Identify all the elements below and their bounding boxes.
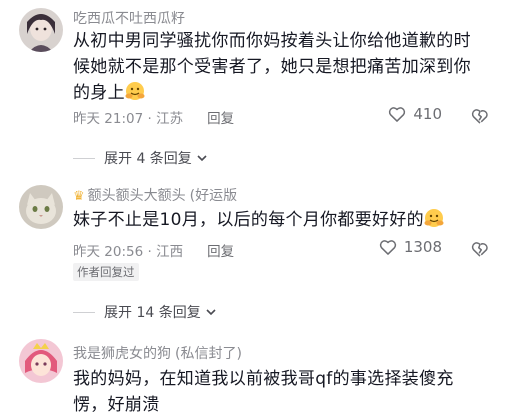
expand-replies-label: 展开 14 条回复 <box>104 305 201 321</box>
comment-2: ♛ 额头额头大额头 (好运版 妹子不止是10月，以后的每个月你都要好好的 昨天 20… <box>0 175 510 325</box>
broken-heart-icon[interactable] <box>470 106 490 126</box>
hug-emoji-icon <box>424 209 444 227</box>
like-count: 1308 <box>403 238 442 256</box>
username[interactable]: 吃西瓜不吐西瓜籽 <box>73 8 185 28</box>
username-text: 我是狮虎女的狗 <box>73 346 171 362</box>
username-tag: (好运版 <box>189 188 238 204</box>
username-text: 额头额头大额头 <box>87 188 186 204</box>
comment-text: 我的妈妈，在知道我以前被我哥qf的事选择装傻充 愣，好崩溃 <box>73 366 483 418</box>
comment-text: 从初中男同学骚扰你而你妈按着头让你给他道歉的时 候她就不是那个受害者了，她只是想… <box>73 28 483 106</box>
heart-outline-icon <box>389 107 406 122</box>
chevron-down-icon <box>206 309 216 316</box>
comment-line: 候她就不是那个受害者了，她只是想把痛苦加深到你 <box>73 57 471 77</box>
avatar[interactable] <box>19 185 63 229</box>
timestamp-location: 昨天 20:56 · 江西 <box>73 244 184 260</box>
comment-line: 我的妈妈，在知道我以前被我哥qf的事选择装傻充 <box>73 369 454 389</box>
heart-outline-icon <box>379 240 396 255</box>
comment-line: 妹子不止是10月，以后的每个月你都要好好的 <box>73 207 483 233</box>
comment-text: 妹子不止是10月，以后的每个月你都要好好的 <box>73 207 483 233</box>
broken-heart-icon[interactable] <box>470 239 490 259</box>
comment-line: 的身上 <box>73 80 483 106</box>
reply-button[interactable]: 回复 <box>207 244 234 260</box>
like-button[interactable]: 410 <box>387 104 442 124</box>
divider <box>73 157 95 159</box>
like-button[interactable]: 1308 <box>378 237 442 257</box>
chevron-down-icon <box>197 155 207 162</box>
divider <box>73 311 95 313</box>
expand-replies-label: 展开 4 条回复 <box>104 151 192 167</box>
comment-meta: 昨天 21:07 · 江苏 回复 <box>73 107 234 127</box>
avatar[interactable] <box>19 8 63 52</box>
username[interactable]: ♛ 额头额头大额头 (好运版 <box>73 185 237 205</box>
timestamp-location: 昨天 21:07 · 江苏 <box>73 111 184 127</box>
comment-1: 吃西瓜不吐西瓜籽 从初中男同学骚扰你而你妈按着头让你给他道歉的时 候她就不是那个… <box>0 0 510 175</box>
username-tag: (私信封了) <box>175 346 242 362</box>
like-count: 410 <box>413 105 442 123</box>
hug-emoji-icon <box>125 82 145 100</box>
comment-meta: 昨天 20:56 · 江西 回复 <box>73 240 234 260</box>
author-replied-badge: 作者回复过 <box>73 263 139 281</box>
reply-button[interactable]: 回复 <box>207 111 234 127</box>
expand-replies[interactable]: 展开 14 条回复 <box>73 302 218 322</box>
crown-icon: ♛ <box>73 189 85 204</box>
username[interactable]: 我是狮虎女的狗 (私信封了) <box>73 343 242 363</box>
comment-line: 从初中男同学骚扰你而你妈按着头让你给他道歉的时 <box>73 31 471 51</box>
expand-replies[interactable]: 展开 4 条回复 <box>73 148 209 168</box>
comment-line: 愣，好崩溃 <box>73 395 160 415</box>
comment-3: 我是狮虎女的狗 (私信封了) 我的妈妈，在知道我以前被我哥qf的事选择装傻充 愣，… <box>0 325 510 415</box>
avatar[interactable] <box>19 339 63 383</box>
